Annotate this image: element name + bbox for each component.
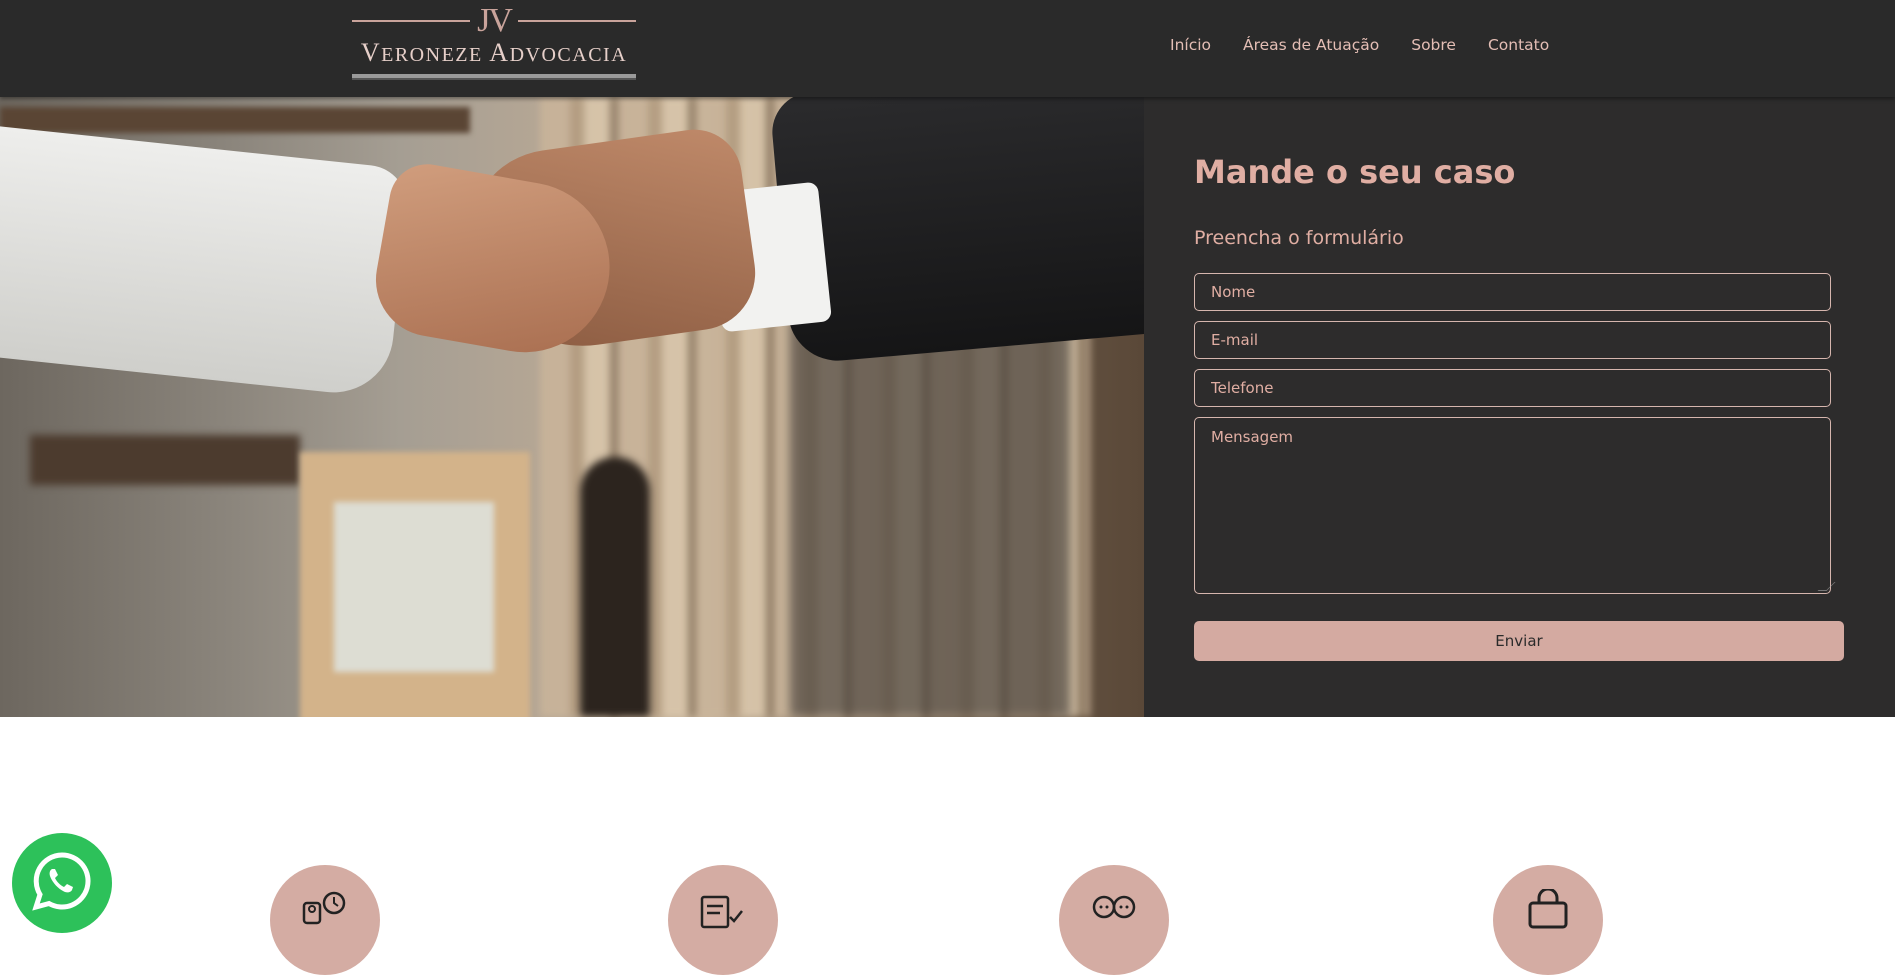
logo-wordmark: VERONEZE ADVOCACIA — [352, 38, 636, 68]
logo-word-1-cap: V — [360, 38, 382, 67]
logo-word-2-cap: A — [489, 38, 510, 67]
feature-circle-3 — [1059, 865, 1169, 975]
phone-input[interactable] — [1194, 369, 1831, 407]
site-header: JV VERONEZE ADVOCACIA Início Áreas de At… — [0, 0, 1895, 97]
hero-handshake-image — [0, 97, 1144, 717]
person-clock-icon — [302, 891, 346, 925]
contact-form-panel: Mande o seu caso Preencha o formulário E… — [1144, 97, 1895, 717]
feature-circle-4 — [1493, 865, 1603, 975]
whatsapp-icon — [32, 852, 91, 911]
nav-link-inicio[interactable]: Início — [1170, 36, 1211, 54]
family-icon — [1092, 895, 1136, 919]
logo-rule-right — [518, 20, 636, 22]
logo-word-1-rest: ERONEZE — [381, 44, 483, 66]
logo-word-2-rest: DVOCACIA — [509, 44, 628, 66]
nav-link-sobre[interactable]: Sobre — [1411, 36, 1456, 54]
nav-link-areas[interactable]: Áreas de Atuação — [1243, 36, 1379, 54]
name-input[interactable] — [1194, 273, 1831, 311]
email-input[interactable] — [1194, 321, 1831, 359]
logo[interactable]: JV VERONEZE ADVOCACIA — [352, 2, 636, 82]
logo-underline — [352, 74, 636, 80]
nav-link-contato[interactable]: Contato — [1488, 36, 1549, 54]
message-textarea[interactable] — [1194, 417, 1831, 594]
submit-button[interactable]: Enviar — [1194, 621, 1844, 661]
form-title: Mande o seu caso — [1194, 153, 1516, 191]
shopping-bag-icon — [1528, 889, 1568, 929]
form-subtitle: Preencha o formulário — [1194, 227, 1404, 249]
feature-circle-2 — [668, 865, 778, 975]
logo-monogram-block: JV — [352, 2, 636, 39]
feature-circle-1 — [270, 865, 380, 975]
whatsapp-button[interactable] — [12, 833, 112, 933]
document-check-icon — [700, 895, 743, 929]
main-nav: Início Áreas de Atuação Sobre Contato — [1170, 36, 1549, 54]
